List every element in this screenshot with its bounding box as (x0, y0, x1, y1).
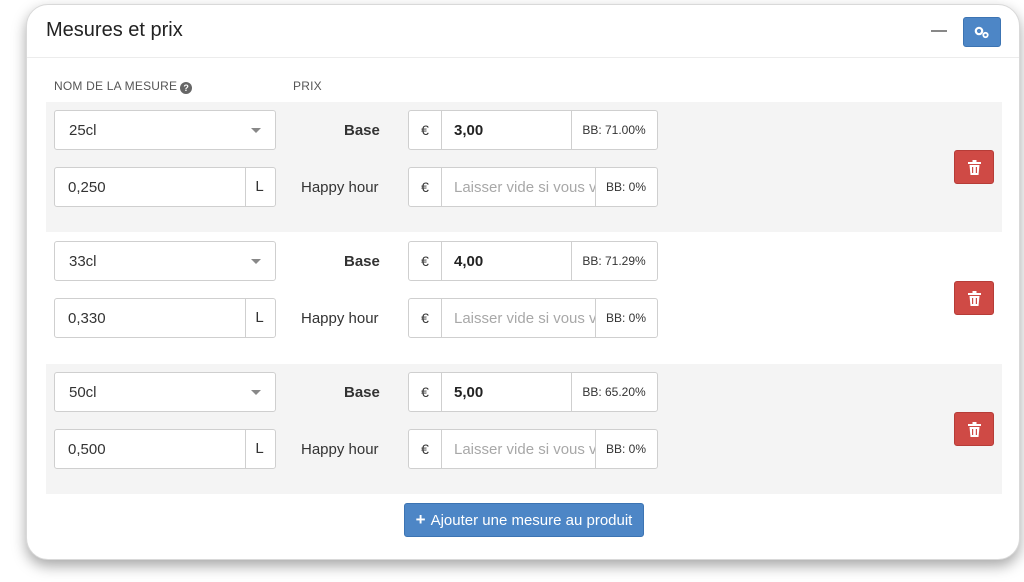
currency-addon: € (409, 373, 442, 411)
measure-name-select[interactable]: 33cl (54, 241, 276, 281)
currency-addon: € (409, 430, 442, 468)
base-label: Base (344, 122, 380, 139)
base-price-input[interactable]: 3,00 (442, 111, 572, 149)
measure-group: 33cl 0,330 L Base Happy hour € 4,00 BB: … (46, 233, 1002, 363)
delete-measure-button[interactable] (954, 412, 994, 446)
bb-badge: BB: 0% (605, 180, 647, 194)
header-divider (27, 57, 1019, 58)
happy-hour-price-group: € Laisser vide si vous v BB: 0% (408, 429, 658, 469)
base-price-input[interactable]: 5,00 (442, 373, 572, 411)
base-price-value: 3,00 (454, 122, 484, 139)
bb-badge: BB: 71.00% (582, 123, 646, 137)
happy-hour-label: Happy hour (301, 179, 379, 196)
unit-addon: L (255, 440, 264, 457)
happy-hour-placeholder: Laisser vide si vous v (454, 441, 596, 458)
measure-name-select[interactable]: 50cl (54, 372, 276, 412)
volume-input[interactable]: 0,330 (55, 299, 246, 337)
plus-icon: + (415, 510, 426, 529)
trash-icon (968, 422, 981, 437)
volume-input[interactable]: 0,500 (55, 430, 246, 468)
bb-badge: BB: 65.20% (582, 385, 646, 399)
volume-value: 0,500 (68, 441, 106, 458)
happy-hour-price-group: € Laisser vide si vous v BB: 0% (408, 298, 658, 338)
base-price-value: 4,00 (454, 253, 484, 270)
column-header-measure-name: NOM DE LA MESURE? (54, 79, 193, 94)
trash-icon (968, 160, 981, 175)
measure-name-value: 33cl (69, 253, 97, 270)
gears-icon (974, 26, 989, 39)
volume-input-group: 0,330 L (54, 298, 276, 338)
base-label: Base (344, 384, 380, 401)
base-price-group: € 4,00 BB: 71.29% (408, 241, 658, 281)
measure-name-value: 50cl (69, 384, 97, 401)
delete-measure-button[interactable] (954, 281, 994, 315)
happy-hour-label: Happy hour (301, 441, 379, 458)
base-price-input[interactable]: 4,00 (442, 242, 572, 280)
chevron-down-icon (251, 259, 261, 264)
chevron-down-icon (251, 128, 261, 133)
base-label: Base (344, 253, 380, 270)
question-circle-icon[interactable]: ? (180, 82, 193, 94)
bb-badge: BB: 0% (605, 442, 647, 456)
base-price-value: 5,00 (454, 384, 484, 401)
bb-badge: BB: 71.29% (582, 254, 646, 268)
happy-hour-placeholder: Laisser vide si vous v (454, 179, 596, 196)
bb-badge: BB: 0% (605, 311, 647, 325)
unit-addon: L (255, 178, 264, 195)
currency-addon: € (409, 168, 442, 206)
happy-hour-label: Happy hour (301, 310, 379, 327)
volume-input[interactable]: 0,250 (55, 168, 246, 206)
measure-name-select[interactable]: 25cl (54, 110, 276, 150)
column-header-price: PRIX (293, 79, 322, 93)
currency-addon: € (409, 111, 442, 149)
chevron-down-icon (251, 390, 261, 395)
add-measure-label: Ajouter une mesure au produit (430, 512, 633, 529)
add-measure-button[interactable]: + Ajouter une mesure au produit (404, 503, 644, 537)
column-label: NOM DE LA MESURE (54, 79, 178, 93)
volume-input-group: 0,250 L (54, 167, 276, 207)
happy-hour-price-input[interactable]: Laisser vide si vous v (442, 168, 596, 206)
minus-icon[interactable] (931, 30, 947, 32)
delete-measure-button[interactable] (954, 150, 994, 184)
happy-hour-price-input[interactable]: Laisser vide si vous v (442, 299, 596, 337)
measure-group: 50cl 0,500 L Base Happy hour € 5,00 BB: … (46, 364, 1002, 494)
base-price-group: € 5,00 BB: 65.20% (408, 372, 658, 412)
measure-name-value: 25cl (69, 122, 97, 139)
volume-value: 0,250 (68, 179, 106, 196)
measures-panel: Mesures et prix NOM DE LA MESURE? PRIX 2… (26, 4, 1020, 560)
volume-input-group: 0,500 L (54, 429, 276, 469)
measure-group: 25cl 0,250 L Base Happy hour € 3,00 BB: … (46, 102, 1002, 232)
unit-addon: L (255, 309, 264, 326)
happy-hour-price-group: € Laisser vide si vous v BB: 0% (408, 167, 658, 207)
happy-hour-price-input[interactable]: Laisser vide si vous v (442, 430, 596, 468)
settings-button[interactable] (963, 17, 1001, 47)
currency-addon: € (409, 299, 442, 337)
currency-addon: € (409, 242, 442, 280)
panel-title: Mesures et prix (46, 19, 183, 41)
volume-value: 0,330 (68, 310, 106, 327)
base-price-group: € 3,00 BB: 71.00% (408, 110, 658, 150)
happy-hour-placeholder: Laisser vide si vous v (454, 310, 596, 327)
trash-icon (968, 291, 981, 306)
